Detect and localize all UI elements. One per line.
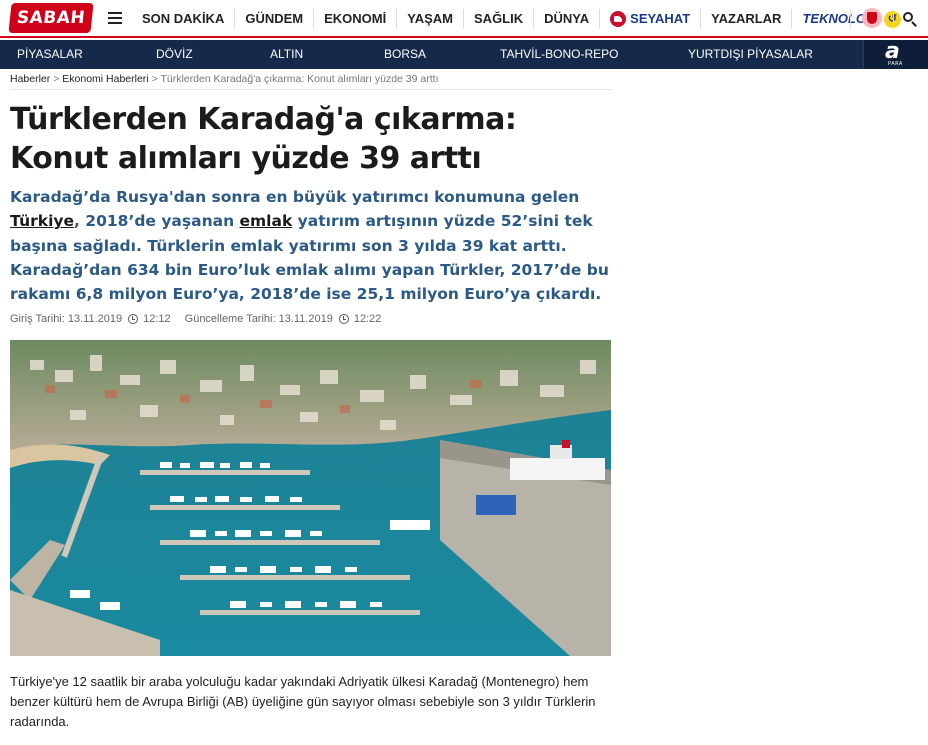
clock-icon xyxy=(338,314,349,325)
apara-word: PARA xyxy=(888,61,903,67)
breadcrumb-current: Türklerden Karadağ'a çıkarma: Konut alım… xyxy=(160,73,439,85)
subnav-item-piyasalar[interactable]: PİYASALAR xyxy=(17,40,83,69)
breadcrumb-home[interactable]: Haberler xyxy=(10,73,50,85)
nav-divider xyxy=(893,9,894,29)
article-hero-image xyxy=(10,340,611,656)
apara-logo[interactable]: a PARA xyxy=(863,40,928,69)
article-dates: Giriş Tarihi: 13.11.2019 12:12 Güncellem… xyxy=(10,312,611,326)
published-time: 12:12 xyxy=(143,313,171,326)
nav-item-saglik[interactable]: SAĞLIK xyxy=(464,9,535,29)
tag-link-emlak[interactable]: emlak xyxy=(240,212,293,230)
nav-item-son-dakika[interactable]: SON DAKİKA xyxy=(132,9,236,29)
clock-icon xyxy=(128,314,139,325)
article-body-paragraph: Türkiye'ye 12 saatlik bir araba yolculuğ… xyxy=(10,674,596,729)
nav-item-ekonomi[interactable]: EKONOMİ xyxy=(314,9,398,29)
sub-navbar: PİYASALAR DÖVİZ ALTIN BORSA TAHVİL-BONO-… xyxy=(0,40,928,69)
updated-date: Güncelleme Tarihi: 13.11.2019 xyxy=(184,313,333,326)
shield-icon[interactable] xyxy=(862,8,882,28)
search-icon[interactable] xyxy=(902,11,918,27)
thy-plane-icon xyxy=(610,11,627,27)
nav-item-dunya[interactable]: DÜNYA xyxy=(534,9,601,29)
article-spot: Karadağ’da Rusya'dan sonra en büyük yatı… xyxy=(10,188,609,304)
published-date: Giriş Tarihi: 13.11.2019 xyxy=(10,313,123,326)
updated-time: 12:22 xyxy=(353,313,382,326)
article-title: Türklerden Karadağ'a çıkarma: Konut alım… xyxy=(10,102,517,176)
logo-text: SABAH xyxy=(15,8,87,28)
breadcrumb: Haberler > Ekonomi Haberleri > Türklerde… xyxy=(10,69,611,90)
sabah-logo[interactable]: SABAH xyxy=(8,3,94,33)
nav-item-seyahat[interactable]: SEYAHAT xyxy=(600,9,702,29)
subnav-item-tahvil[interactable]: TAHVİL-BONO-REPO xyxy=(500,40,618,69)
breadcrumb-section[interactable]: Ekonomi Haberleri xyxy=(62,73,148,85)
nav-item-yasam[interactable]: YAŞAM xyxy=(397,9,465,29)
nav-item-gundem[interactable]: GÜNDEM xyxy=(235,9,315,29)
subnav-item-doviz[interactable]: DÖVİZ xyxy=(156,40,193,69)
subnav-item-altin[interactable]: ALTIN xyxy=(270,40,303,69)
subnav-item-yurtdisi[interactable]: YURTDIŞI PİYASALAR xyxy=(688,40,813,69)
top-navbar: SABAH SON DAKİKA GÜNDEM EKONOMİ YAŞAM SA… xyxy=(0,0,928,38)
nav-divider xyxy=(850,9,851,29)
nav-item-yazarlar[interactable]: YAZARLAR xyxy=(701,9,793,29)
article: Haberler > Ekonomi Haberleri > Türklerde… xyxy=(10,69,611,326)
menu-icon[interactable] xyxy=(108,12,122,24)
main-nav: SON DAKİKA GÜNDEM EKONOMİ YAŞAM SAĞLIK D… xyxy=(132,0,911,38)
tag-link-turkiye[interactable]: Türkiye xyxy=(10,212,74,230)
subnav-item-borsa[interactable]: BORSA xyxy=(384,40,426,69)
